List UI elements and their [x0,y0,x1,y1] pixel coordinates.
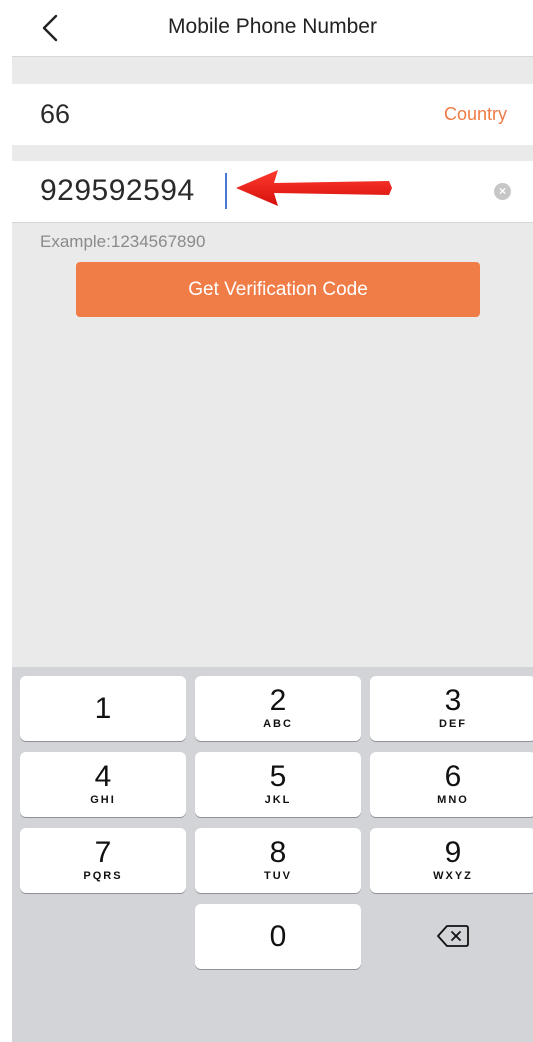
key-letters: DEF [439,718,467,730]
country-row[interactable]: 66 Country [12,84,533,145]
phone-number-screen: Mobile Phone Number 66 Country 929592594… [12,0,533,1042]
key-6[interactable]: 6 MNO [370,752,533,817]
nav-bar: Mobile Phone Number [12,0,533,57]
key-9[interactable]: 9 WXYZ [370,828,533,893]
key-digit: 1 [94,692,112,725]
red-arrow-icon [236,170,392,206]
key-digit: 5 [269,760,287,793]
get-verification-code-button[interactable]: Get Verification Code [76,262,480,317]
key-letters: GHI [90,794,116,806]
key-1[interactable]: 1 [20,676,186,741]
delete-key[interactable] [370,904,533,969]
key-digit: 3 [444,684,462,717]
key-2[interactable]: 2 ABC [195,676,361,741]
key-letters: WXYZ [433,870,473,882]
key-digit: 2 [269,684,287,717]
key-digit: 0 [269,920,287,953]
backspace-icon [437,925,469,947]
key-4[interactable]: 4 GHI [20,752,186,817]
key-digit: 6 [444,760,462,793]
key-digit: 7 [94,836,112,869]
key-0[interactable]: 0 [195,904,361,969]
key-digit: 9 [444,836,462,869]
country-link[interactable]: Country [444,104,507,125]
phone-input[interactable]: 929592594 [40,174,195,208]
clear-x-icon[interactable]: × [494,183,511,200]
key-letters: PQRS [83,870,123,882]
key-5[interactable]: 5 JKL [195,752,361,817]
example-hint: Example:1234567890 [40,232,206,251]
numeric-keypad: 1 2 ABC 3 DEF 4 GHI 5 JKL 6 MNO 7 PQRS 8… [12,667,533,1042]
key-letters: MNO [437,794,469,806]
key-7[interactable]: 7 PQRS [20,828,186,893]
key-letters: TUV [264,870,292,882]
key-3[interactable]: 3 DEF [370,676,533,741]
key-8[interactable]: 8 TUV [195,828,361,893]
key-digit: 8 [269,836,287,869]
key-letters: ABC [263,718,293,730]
text-caret [225,173,227,209]
key-digit: 4 [94,760,112,793]
page-title: Mobile Phone Number [168,15,377,38]
key-letters: JKL [264,794,292,806]
country-code: 66 [40,99,71,129]
